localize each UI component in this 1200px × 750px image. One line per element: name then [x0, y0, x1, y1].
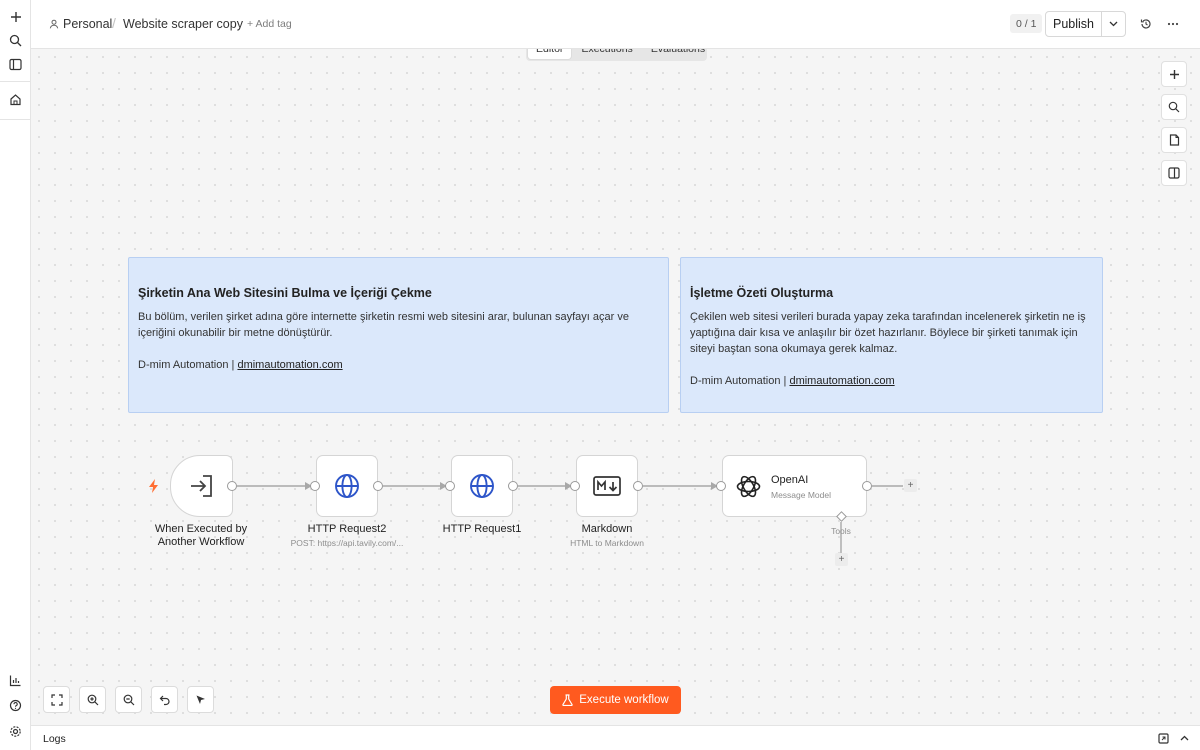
side-panel-button[interactable]	[1161, 160, 1187, 186]
chevron-up-icon[interactable]	[1177, 731, 1191, 745]
globe-icon	[335, 474, 359, 498]
panel-toggle-icon[interactable]	[4, 53, 27, 76]
left-sidebar	[0, 0, 31, 750]
flask-icon	[562, 694, 573, 706]
sticky-note-title: İşletme Özeti Oluşturma	[690, 286, 834, 300]
top-header: Personal / Website scraper copy + Add ta…	[31, 0, 1200, 49]
sticky-note-body: Çekilen web sitesi verileri burada yapay…	[690, 311, 1086, 355]
execute-workflow-button[interactable]: Execute workflow	[550, 686, 681, 714]
zoom-in-button[interactable]	[79, 686, 106, 713]
sticky-note-button[interactable]	[1161, 127, 1187, 153]
node-label: HTTP Request1	[442, 523, 522, 535]
add-node-button[interactable]	[1161, 61, 1187, 87]
node-markdown[interactable]	[576, 455, 638, 517]
add-tool-button[interactable]: +	[835, 553, 848, 566]
node-subtitle: Message Model	[771, 490, 832, 500]
output-port[interactable]	[508, 481, 518, 491]
tab-editor[interactable]: Editor	[528, 49, 572, 59]
insights-icon[interactable]	[4, 669, 27, 692]
tab-evaluations[interactable]: Evaluations	[643, 49, 713, 59]
sticky-note-title: Şirketin Ana Web Sitesini Bulma ve İçeri…	[138, 286, 432, 300]
openai-icon	[736, 475, 761, 498]
chevron-down-icon[interactable]	[1101, 12, 1125, 36]
node-execute-workflow-trigger[interactable]	[170, 455, 233, 517]
help-icon[interactable]	[4, 694, 27, 717]
logs-bar[interactable]: Logs	[31, 725, 1200, 750]
tab-executions[interactable]: Executions	[573, 49, 640, 59]
sticky-note-credit: D-mim Automation | dmimautomation.com	[690, 375, 895, 387]
fit-view-button[interactable]	[43, 686, 70, 713]
settings-icon[interactable]	[4, 720, 27, 743]
plus-icon[interactable]	[4, 5, 27, 28]
node-http-request-1[interactable]	[451, 455, 513, 517]
sticky-note-link[interactable]: dmimautomation.com	[789, 375, 894, 387]
breadcrumb-separator: /	[112, 15, 116, 31]
sticky-note-website[interactable]: Şirketin Ana Web Sitesini Bulma ve İçeri…	[128, 257, 669, 413]
sticky-note-summary[interactable]: İşletme Özeti Oluşturma Çekilen web site…	[680, 257, 1103, 413]
node-label: When Executed by Another Workflow	[154, 523, 248, 548]
logs-label: Logs	[43, 733, 66, 745]
publish-button[interactable]: Publish	[1046, 12, 1101, 36]
output-port[interactable]	[227, 481, 237, 491]
fullscreen-icon	[50, 693, 63, 706]
publish-button-group: Publish	[1045, 11, 1126, 37]
tools-label: Tools	[831, 526, 851, 536]
workflow-name[interactable]: Website scraper copy	[123, 17, 243, 31]
tools-port[interactable]	[836, 511, 847, 522]
output-port[interactable]	[862, 481, 872, 491]
history-icon[interactable]	[1137, 15, 1155, 33]
globe-icon	[470, 474, 494, 498]
home-icon[interactable]	[4, 88, 27, 111]
lightning-icon	[149, 479, 158, 493]
more-options-icon[interactable]	[1164, 15, 1182, 33]
user-icon	[49, 19, 59, 29]
sign-in-icon	[190, 475, 212, 497]
view-tabs: Editor Executions Evaluations	[526, 49, 707, 61]
markdown-icon	[593, 476, 621, 496]
search-nodes-button[interactable]	[1161, 94, 1187, 120]
node-label: Markdown	[581, 523, 633, 535]
version-count-badge: 0 / 1	[1010, 14, 1043, 33]
undo-button[interactable]	[151, 686, 178, 713]
cursor-icon	[196, 695, 205, 704]
project-name: Personal	[63, 17, 113, 31]
undo-icon	[159, 695, 170, 705]
add-tag-button[interactable]: + Add tag	[247, 18, 292, 30]
node-title: OpenAI	[771, 474, 809, 486]
add-next-node-button[interactable]: +	[904, 479, 917, 492]
node-openai[interactable]: OpenAI Message Model	[722, 455, 867, 517]
pointer-mode-button[interactable]	[187, 686, 214, 713]
sticky-note-body: Bu bölüm, verilen şirket adına göre inte…	[138, 311, 629, 339]
search-icon[interactable]	[4, 29, 27, 52]
zoom-in-icon	[87, 694, 98, 705]
input-port[interactable]	[716, 481, 726, 491]
sticky-note-credit: D-mim Automation | dmimautomation.com	[138, 359, 343, 371]
input-port[interactable]	[310, 481, 320, 491]
node-http-request-2[interactable]	[316, 455, 378, 517]
input-port[interactable]	[570, 481, 580, 491]
node-label: HTTP Request2	[307, 523, 387, 535]
output-port[interactable]	[373, 481, 383, 491]
popout-icon[interactable]	[1156, 731, 1170, 745]
workflow-canvas[interactable]: Editor Executions Evaluations Şirketin A…	[31, 49, 1200, 725]
output-port[interactable]	[633, 481, 643, 491]
zoom-out-button[interactable]	[115, 686, 142, 713]
zoom-out-icon	[123, 694, 134, 705]
node-subtitle: HTML to Markdown	[570, 538, 644, 548]
execute-workflow-label: Execute workflow	[579, 694, 669, 706]
sticky-note-link[interactable]: dmimautomation.com	[237, 359, 342, 371]
input-port[interactable]	[445, 481, 455, 491]
breadcrumb-project[interactable]: Personal	[49, 17, 112, 31]
node-subtitle: POST: https://api.tavily.com/...	[290, 538, 404, 548]
